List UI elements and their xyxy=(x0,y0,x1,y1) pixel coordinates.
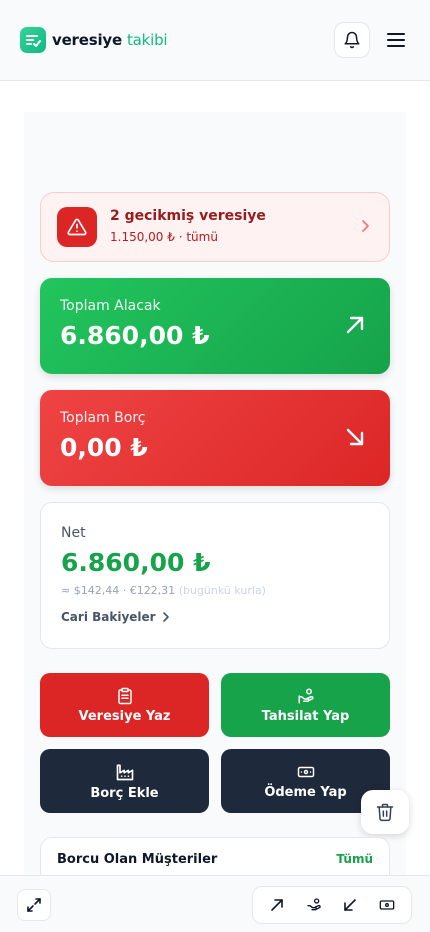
banknote-icon xyxy=(379,900,395,910)
net-fx-rates: ≈ $142,44 · €122,31 (bugünkü kurla) xyxy=(61,584,266,597)
add-debt-label: Borç Ekle xyxy=(90,785,159,801)
alert-title: 2 gecikmiş veresiye xyxy=(110,208,266,224)
account-balances-link[interactable]: Cari Bakiyeler xyxy=(61,610,172,624)
collect-payment-label: Tahsilat Yap xyxy=(261,708,350,724)
arrow-up-right-icon xyxy=(346,316,364,334)
net-value: 6.860,00 ₺ xyxy=(61,548,211,577)
quick-collect-button[interactable] xyxy=(299,890,329,920)
add-debt-button[interactable]: Borç Ekle xyxy=(40,749,209,813)
debtors-all-link[interactable]: Tümü xyxy=(336,852,373,866)
total-debt-card[interactable]: Toplam Borç 0,00 ₺ xyxy=(40,390,390,486)
receivable-value: 6.860,00 ₺ xyxy=(60,321,210,350)
banknote-icon xyxy=(297,766,314,777)
debt-label: Toplam Borç xyxy=(60,410,146,426)
arrow-down-right-icon xyxy=(346,428,364,446)
receivable-label: Toplam Alacak xyxy=(60,298,161,314)
menu-button[interactable] xyxy=(384,28,408,52)
collect-payment-button[interactable]: Tahsilat Yap xyxy=(221,673,390,737)
hand-coins-icon xyxy=(298,688,314,703)
hamburger-menu-icon xyxy=(387,33,405,47)
bell-icon xyxy=(344,31,360,49)
debt-value: 0,00 ₺ xyxy=(60,433,148,462)
brand-secondary: takibi xyxy=(126,31,168,49)
make-payment-label: Ödeme Yap xyxy=(264,784,347,800)
quick-actions-bar xyxy=(252,886,412,924)
overdue-alert[interactable]: 2 gecikmiş veresiye 1.150,00 ₺ · tümü xyxy=(40,192,390,262)
app-header: veresiye takibi xyxy=(0,0,430,81)
net-label: Net xyxy=(61,525,86,541)
expand-button[interactable] xyxy=(17,889,51,921)
quick-debt-button[interactable] xyxy=(335,890,365,920)
expand-icon xyxy=(27,898,41,912)
brand-primary: veresiye xyxy=(52,31,122,49)
app-logo[interactable]: veresiye takibi xyxy=(20,27,168,53)
add-credit-sale-label: Veresiye Yaz xyxy=(78,708,171,724)
trash-button[interactable] xyxy=(361,790,409,834)
total-receivable-card[interactable]: Toplam Alacak 6.860,00 ₺ xyxy=(40,278,390,374)
account-balances-label: Cari Bakiyeler xyxy=(61,610,156,624)
add-credit-sale-button[interactable]: Veresiye Yaz xyxy=(40,673,209,737)
warning-triangle-icon xyxy=(57,207,97,247)
alert-subtitle: 1.150,00 ₺ · tümü xyxy=(110,230,218,244)
brand-name: veresiye takibi xyxy=(52,31,168,49)
notifications-button[interactable] xyxy=(334,22,370,58)
net-balance-card: Net 6.860,00 ₺ ≈ $142,44 · €122,31 (bugü… xyxy=(40,502,390,649)
chevron-right-icon xyxy=(162,612,169,622)
fx-note: (bugünkü kurla) xyxy=(178,584,266,597)
logo-checklist-icon xyxy=(20,27,46,53)
quick-receivable-button[interactable] xyxy=(262,890,292,920)
bottom-toolbar xyxy=(0,875,430,932)
quick-payment-button[interactable] xyxy=(372,890,402,920)
chevron-right-icon xyxy=(362,220,369,232)
trash-icon xyxy=(376,803,394,822)
debtors-title: Borcu Olan Müşteriler xyxy=(57,852,218,867)
clipboard-list-icon xyxy=(117,687,132,704)
hand-coins-icon xyxy=(307,898,321,911)
arrow-down-left-icon xyxy=(344,899,357,911)
fx-values: ≈ $142,44 · €122,31 xyxy=(61,584,176,597)
factory-icon xyxy=(116,764,133,780)
arrow-up-right-icon xyxy=(271,899,284,911)
